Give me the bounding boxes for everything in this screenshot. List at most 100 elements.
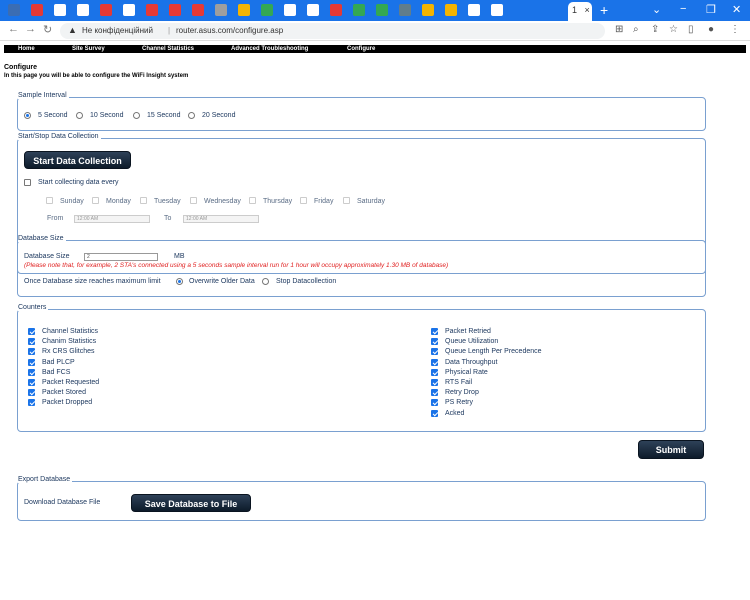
browser-tab-favicon[interactable] [192,4,204,16]
nav-channel-statistics[interactable]: Channel Statistics [142,45,194,53]
counter-checkbox[interactable] [28,358,35,366]
back-icon[interactable]: ← [8,23,19,35]
close-tab-icon[interactable]: × [585,5,590,15]
sidepanel-icon[interactable]: ▯ [688,24,694,35]
counter-label: Packet Requested [42,379,100,386]
counter-checkbox[interactable] [431,338,438,346]
counter-checkbox[interactable] [431,328,438,335]
nav-advanced-troubleshooting[interactable]: Advanced Troubleshooting [231,45,308,53]
browser-tab-favicon[interactable] [54,4,66,16]
browser-tab-favicon[interactable] [399,4,411,16]
browser-tab-favicon[interactable] [491,4,503,16]
day-wednesday-label: Wednesday [204,198,241,205]
day-friday-checkbox[interactable] [300,197,307,204]
page-title: Configure [4,64,38,71]
counter-label: Data Throughput [445,358,498,366]
active-tab[interactable]: 1 × [568,2,592,21]
browser-tab-favicon[interactable] [330,4,342,16]
tab-search-icon[interactable]: ⌄ [652,3,661,16]
day-saturday-checkbox[interactable] [343,197,350,204]
counter-checkbox[interactable] [431,409,438,417]
counter-checkbox[interactable] [431,358,438,366]
interval-15-radio[interactable] [133,112,140,119]
menu-icon[interactable]: ⋮ [730,24,740,35]
browser-tab-favicon[interactable] [123,4,135,16]
browser-tab-strip: 1 × + ⌄ − ❐ ✕ [0,0,750,21]
max-limit-label: Once Database size reaches maximum limit [24,278,161,285]
schedule-checkbox[interactable] [24,179,31,186]
counter-checkbox[interactable] [28,389,35,397]
address-bar[interactable]: ▲ Не конфіденційний | router.asus.com/co… [60,23,605,39]
counter-checkbox[interactable] [28,348,35,356]
browser-tab-favicon[interactable] [31,4,43,16]
interval-20-label: 20 Second [202,112,236,119]
stop-datacollection-radio[interactable] [262,278,269,285]
day-tuesday-checkbox[interactable] [140,197,147,204]
from-time-input[interactable]: 12:00 AM [74,215,150,223]
save-database-button[interactable]: Save Database to File [131,494,251,512]
browser-tab-favicon[interactable] [468,4,480,16]
bookmark-star-icon[interactable]: ☆ [669,24,678,35]
zoom-icon[interactable]: ⌕ [633,24,639,35]
counter-label: Channel Statistics [42,328,99,335]
browser-tab-favicon[interactable] [307,4,319,16]
counters-section: Counters Channel Statistics Chanim Statis… [17,304,706,432]
browser-tab-favicon[interactable] [77,4,89,16]
nav-home[interactable]: Home [18,45,35,53]
day-wednesday-checkbox[interactable] [190,197,197,204]
browser-tab-favicon[interactable] [422,4,434,16]
day-thursday-label: Thursday [263,198,293,205]
browser-tab-favicon[interactable] [8,4,20,16]
database-size-input[interactable]: 2 [84,253,158,261]
interval-5-radio[interactable] [24,112,31,119]
nav-configure[interactable]: Configure [347,45,375,53]
counters-legend: Counters [18,304,49,311]
translate-icon[interactable]: ⊞ [615,24,623,35]
browser-tab-favicon[interactable] [146,4,158,16]
new-tab-button[interactable]: + [600,3,608,17]
database-size-note: (Please note that, for example, 2 STA's … [24,262,449,269]
day-sunday-checkbox[interactable] [46,197,53,204]
counter-checkbox[interactable] [431,368,438,376]
browser-tab-favicon[interactable] [353,4,365,16]
maximize-icon[interactable]: ❐ [706,3,716,16]
export-database-legend: Export Database [18,476,73,483]
counter-checkbox[interactable] [431,399,438,407]
counter-checkbox[interactable] [28,328,35,335]
counter-checkbox[interactable] [28,338,35,346]
browser-tab-favicon[interactable] [445,4,457,16]
close-window-icon[interactable]: ✕ [732,3,741,16]
minimize-icon[interactable]: − [680,3,686,15]
browser-tab-favicon[interactable] [376,4,388,16]
share-icon[interactable]: ⇪ [651,24,659,35]
browser-tab-favicon[interactable] [169,4,181,16]
browser-tab-favicon[interactable] [215,4,227,16]
counter-checkbox[interactable] [431,379,438,386]
browser-tab-favicon[interactable] [238,4,250,16]
day-monday-checkbox[interactable] [92,197,99,204]
overwrite-older-radio[interactable] [176,278,183,285]
interval-5-label: 5 Second [38,112,68,119]
reload-icon[interactable]: ↻ [43,23,52,36]
counter-label: Acked [445,409,465,417]
submit-button[interactable]: Submit [638,440,704,459]
nav-site-survey[interactable]: Site Survey [72,45,105,53]
browser-tab-favicon[interactable] [284,4,296,16]
interval-20-radio[interactable] [188,112,195,119]
counter-label: Bad PLCP [42,358,75,366]
browser-tab-favicon[interactable] [261,4,273,16]
forward-icon[interactable]: → [25,23,36,35]
day-thursday-checkbox[interactable] [249,197,256,204]
to-time-input[interactable]: 12:00 AM [183,215,259,223]
counter-checkbox[interactable] [431,348,438,356]
browser-tab-favicon[interactable] [100,4,112,16]
counter-checkbox[interactable] [431,389,438,397]
profile-avatar-icon[interactable]: ● [708,24,714,35]
counter-checkbox[interactable] [28,399,35,407]
start-data-collection-button[interactable]: Start Data Collection [24,151,131,169]
warning-icon[interactable]: ▲ [68,25,77,35]
counter-checkbox[interactable] [28,368,35,376]
day-sunday-label: Sunday [60,198,84,205]
counter-checkbox[interactable] [28,379,35,386]
interval-10-radio[interactable] [76,112,83,119]
